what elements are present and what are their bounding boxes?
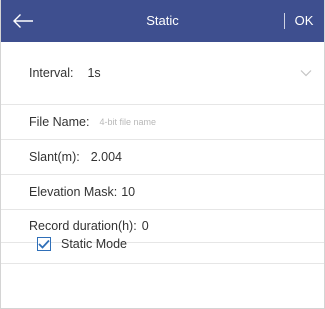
static-settings-screen: Static OK Interval: 1s File Name: 4-bit … [0, 0, 325, 309]
elevation-mask-label: Elevation Mask: [29, 185, 118, 199]
interval-value: 1s [87, 66, 101, 80]
slant-row[interactable]: Slant(m): 2.004 [1, 140, 324, 175]
static-mode-row[interactable]: Static Mode [1, 224, 324, 264]
chevron-down-icon[interactable] [300, 68, 312, 78]
elevation-mask-row[interactable]: Elevation Mask: 10 [1, 175, 324, 210]
slant-value[interactable]: 2.004 [91, 150, 122, 164]
interval-row[interactable]: Interval: 1s [1, 42, 324, 105]
slant-label: Slant(m): [29, 150, 80, 164]
static-mode-label: Static Mode [61, 236, 128, 251]
title-bar: Static OK [1, 0, 324, 42]
arrow-left-icon [13, 14, 33, 28]
file-name-label: File Name: [29, 115, 90, 129]
file-name-input[interactable]: 4-bit file name [99, 117, 156, 127]
page-title: Static [146, 13, 179, 28]
checkmark-icon [38, 239, 50, 249]
file-name-row[interactable]: File Name: 4-bit file name [1, 105, 324, 140]
elevation-mask-value[interactable]: 10 [121, 185, 135, 199]
interval-label: Interval: [29, 66, 74, 80]
back-button[interactable] [7, 6, 39, 36]
ok-button[interactable]: OK [284, 0, 324, 42]
static-mode-checkbox[interactable] [37, 236, 51, 251]
